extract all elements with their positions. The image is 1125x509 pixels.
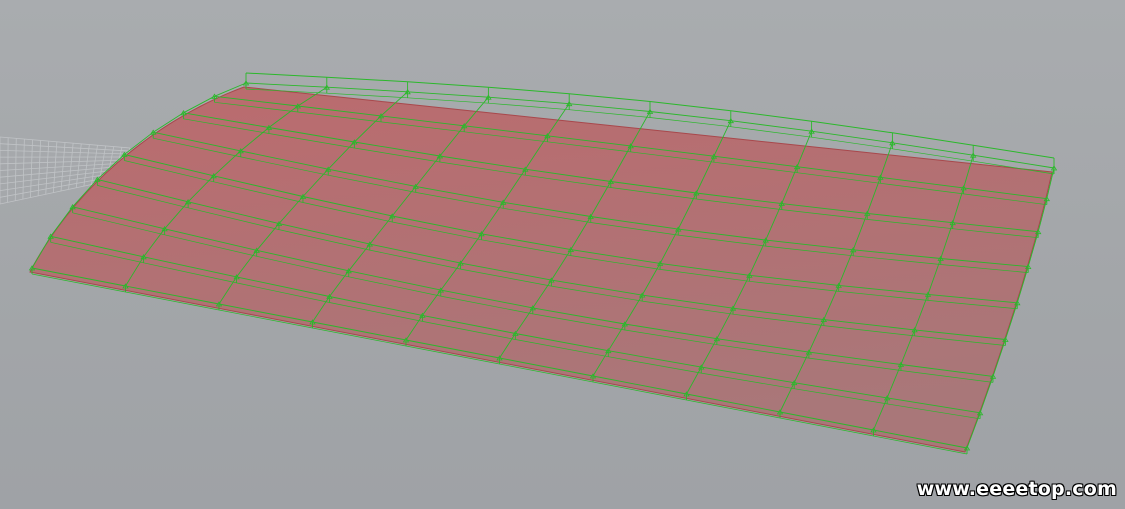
surface-fill	[29, 86, 1053, 453]
nurbs-surface[interactable]	[29, 86, 1053, 453]
viewport-scene[interactable]	[0, 0, 1125, 509]
3d-viewport[interactable]: www.eeeetop.com	[0, 0, 1125, 509]
watermark-text: www.eeeetop.com	[916, 478, 1117, 500]
